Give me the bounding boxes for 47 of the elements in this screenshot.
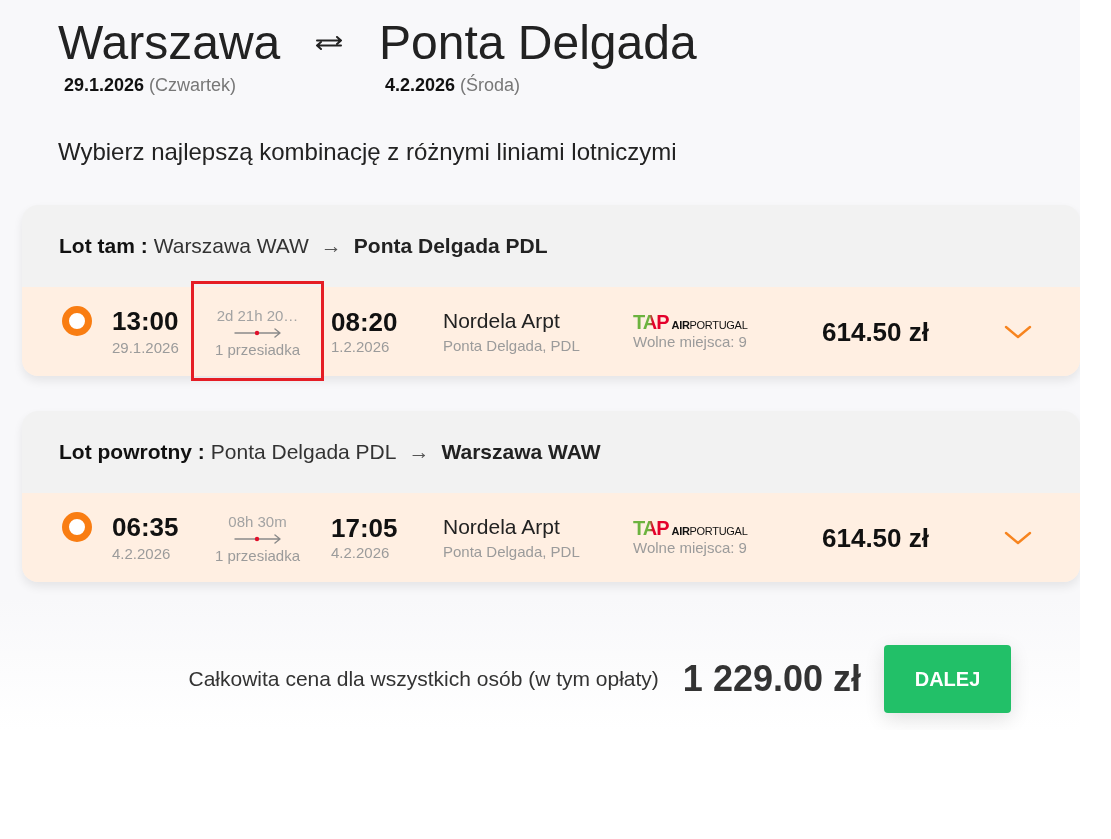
arrival-time: 08:20 [331,306,399,337]
subtitle-text: Wybierz najlepszą kombinację z różnymi liniami lotniczymi [58,138,678,166]
airport-city: Ponta Delgada, PDL [443,336,581,355]
airport-city: Ponta Delgada, PDL [443,542,581,561]
stops-count: 1 przesiadka [214,340,301,359]
swap-arrows-icon [315,36,343,50]
free-seats: Wolne miejsca: 9 [633,333,822,351]
airline-logo-text: AIRPORTUGAL [671,524,748,538]
destination-airport: Warszawa WAW [441,439,601,465]
stopover-arrow-icon [233,533,282,544]
route-arrow: → [320,233,342,259]
total-price-label: Całkowita cena dla wszystkich osób (w tym opłaty) [188,666,659,692]
airport-name: Nordela Arpt [443,308,561,333]
leg-label: Lot tam : [59,233,148,259]
travel-date: 4.2.2026 [385,74,456,96]
weekday-text: (Środa) [460,74,521,96]
flight-option-row[interactable]: 06:35 4.2.2026 08h 30m 1 przesiadka 17:05 4.2.2026 Nordela Arpt Ponta Delgada, PDL TAP AIRPORTUGAL Wolne miejsca: 9 614.50 zł [22,493,1080,582]
flight-price: 614.50 zł [822,316,930,347]
route-arrow: → [408,439,430,465]
departure-date: 4.2.2026 [112,543,172,564]
flight-price: 614.50 zł [822,522,930,553]
airport-name: Nordela Arpt [443,514,561,539]
airline-logo-mark: TAP [633,312,669,332]
stops-count: 1 przesiadka [214,546,301,565]
stopover-arrow-icon [233,327,282,338]
airline-logo-text: AIRPORTUGAL [671,318,748,332]
weekday-text: (Czwartek) [149,74,237,96]
total-price: 1 229.00 zł [682,659,861,699]
radio-button[interactable] [62,511,92,542]
city-title: Warszawa [58,19,282,67]
origin-airport: Warszawa WAW [153,233,309,259]
departure-time: 13:00 [112,305,180,336]
arrival-date: 1.2.2026 [331,336,391,357]
airline-logo-mark: TAP [633,518,669,538]
origin-airport: Ponta Delgada PDL [210,439,397,465]
travel-date: 29.1.2026 [64,74,145,96]
destination-airport: Ponta Delgada PDL [353,233,548,259]
city-title: Ponta Delgada [379,19,697,67]
flight-duration: 08h 30m [228,512,287,531]
radio-button[interactable] [62,305,92,336]
leg-label: Lot powrotny : [59,439,205,465]
arrival-time: 17:05 [331,512,399,543]
departure-date: 29.1.2026 [112,337,180,358]
flight-duration: 2d 21h 20… [216,306,299,325]
departure-time: 06:35 [112,511,180,542]
arrival-date: 4.2.2026 [331,542,391,563]
free-seats: Wolne miejsca: 9 [633,539,822,557]
